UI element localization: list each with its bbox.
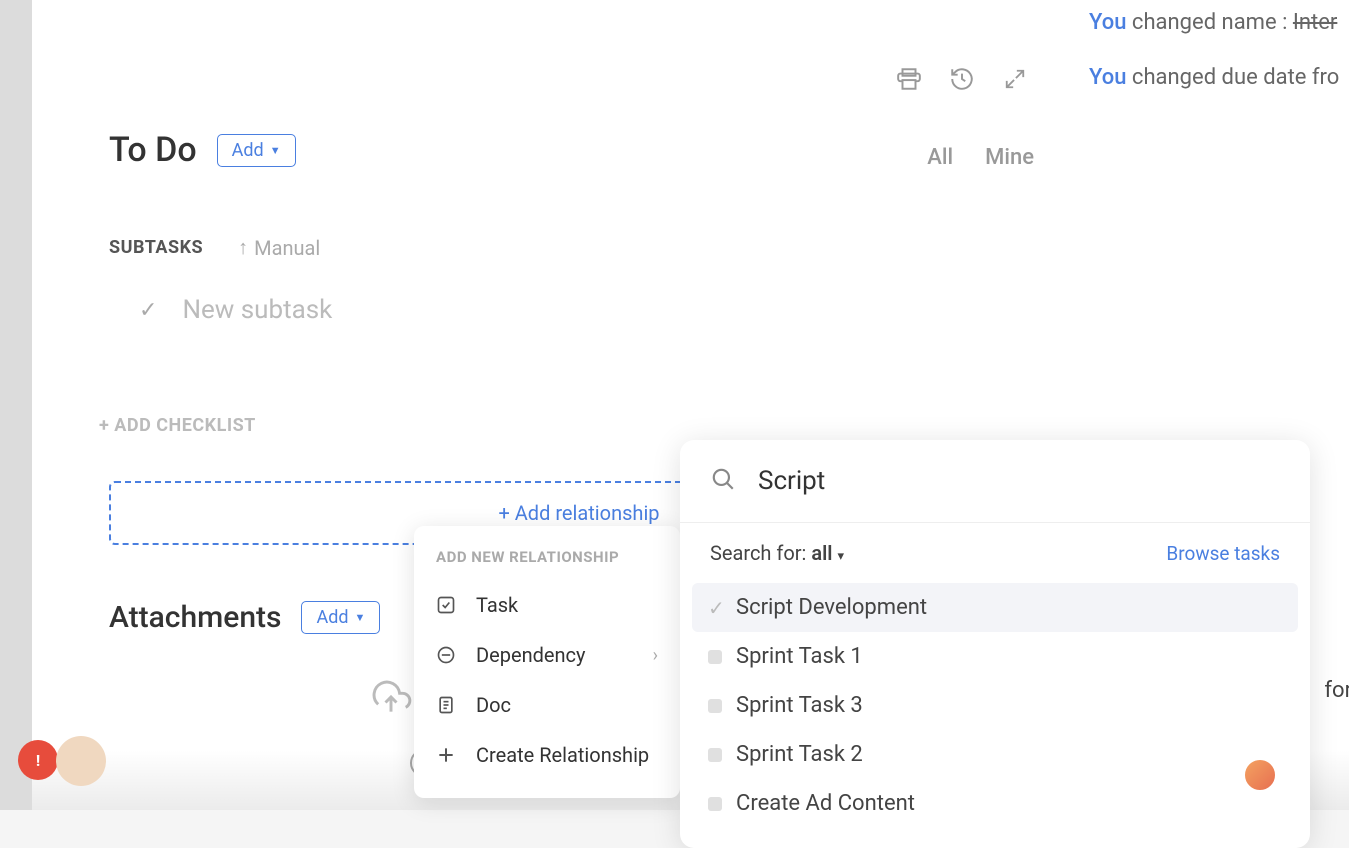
activity-tabs: All Mine [927, 145, 1034, 170]
activity-entry: You changed due date fro [1089, 65, 1349, 90]
activity-user-link[interactable]: You [1089, 65, 1126, 90]
add-button[interactable]: Add ▼ [217, 134, 296, 167]
user-avatar[interactable] [56, 736, 106, 786]
search-result[interactable]: Sprint Task 1 [692, 632, 1298, 681]
chevron-right-icon: › [653, 645, 658, 666]
task-icon [436, 595, 456, 615]
history-icon[interactable] [948, 65, 976, 93]
rel-menu-dependency[interactable]: Dependency › [414, 630, 680, 680]
search-result[interactable]: Sprint Task 3 [692, 681, 1298, 730]
expand-icon[interactable] [1001, 65, 1029, 93]
activity-user-link[interactable]: You [1089, 10, 1126, 35]
search-result[interactable]: Sprint Task 2 [692, 730, 1298, 779]
search-result[interactable]: ✓ Script Development [692, 583, 1298, 632]
section-title-row: To Do Add ▼ [109, 130, 1349, 170]
doc-icon [436, 695, 456, 715]
search-for-filter[interactable]: Search for: all ▾ [710, 541, 844, 565]
chevron-down-icon: ▼ [270, 144, 281, 157]
top-actions [895, 65, 1029, 93]
dimmed-sidebar [0, 0, 32, 810]
status-marker [708, 699, 722, 713]
search-result[interactable]: Create Ad Content [692, 779, 1298, 828]
chevron-down-icon: ▾ [837, 549, 844, 564]
search-results: ✓ Script Development Sprint Task 1 Sprin… [680, 583, 1310, 848]
tab-all[interactable]: All [927, 145, 953, 170]
subtasks-label: SUBTASKS [109, 237, 203, 258]
status-marker [708, 797, 722, 811]
rel-menu-task[interactable]: Task [414, 580, 680, 630]
rel-menu-doc[interactable]: Doc [414, 680, 680, 730]
subtask-placeholder: New subtask [182, 295, 332, 325]
assignee-avatar[interactable] [1243, 758, 1277, 792]
add-attachment-button[interactable]: Add ▼ [301, 601, 380, 634]
arrow-up-icon: ↑ [238, 235, 248, 260]
relationship-menu-title: ADD NEW RELATIONSHIP [414, 548, 680, 580]
attachments-title: Attachments [109, 600, 281, 635]
partial-text: for c [1324, 678, 1349, 703]
status-marker [708, 748, 722, 762]
activity-feed: You changed name : Inter You changed due… [1089, 0, 1349, 130]
status-badge-avatar: ! [18, 740, 58, 780]
chevron-down-icon: ▼ [355, 611, 366, 624]
print-icon[interactable] [895, 65, 923, 93]
tab-mine[interactable]: Mine [985, 145, 1034, 170]
plus-icon [436, 745, 456, 765]
activity-entry: You changed name : Inter [1089, 10, 1349, 35]
sort-control[interactable]: ↑ Manual [238, 235, 320, 260]
dependency-icon [436, 645, 456, 665]
search-input[interactable] [758, 466, 1280, 496]
search-options: Search for: all ▾ Browse tasks [680, 523, 1310, 583]
cloud-upload-icon [369, 675, 413, 728]
search-header [680, 440, 1310, 523]
check-icon: ✓ [139, 298, 157, 323]
check-icon: ✓ [708, 596, 722, 620]
browse-tasks-link[interactable]: Browse tasks [1166, 542, 1280, 565]
status-marker [708, 650, 722, 664]
page-title: To Do [109, 130, 197, 170]
search-panel: Search for: all ▾ Browse tasks ✓ Script … [680, 440, 1310, 848]
subtasks-header: SUBTASKS ↑ Manual [109, 235, 1349, 260]
rel-menu-create[interactable]: Create Relationship [414, 730, 680, 780]
new-subtask-row[interactable]: ✓ New subtask [109, 295, 1349, 325]
relationship-menu: ADD NEW RELATIONSHIP Task Dependency › D… [414, 526, 680, 798]
add-checklist-button[interactable]: + ADD CHECKLIST [99, 415, 1349, 436]
search-icon [710, 466, 736, 496]
